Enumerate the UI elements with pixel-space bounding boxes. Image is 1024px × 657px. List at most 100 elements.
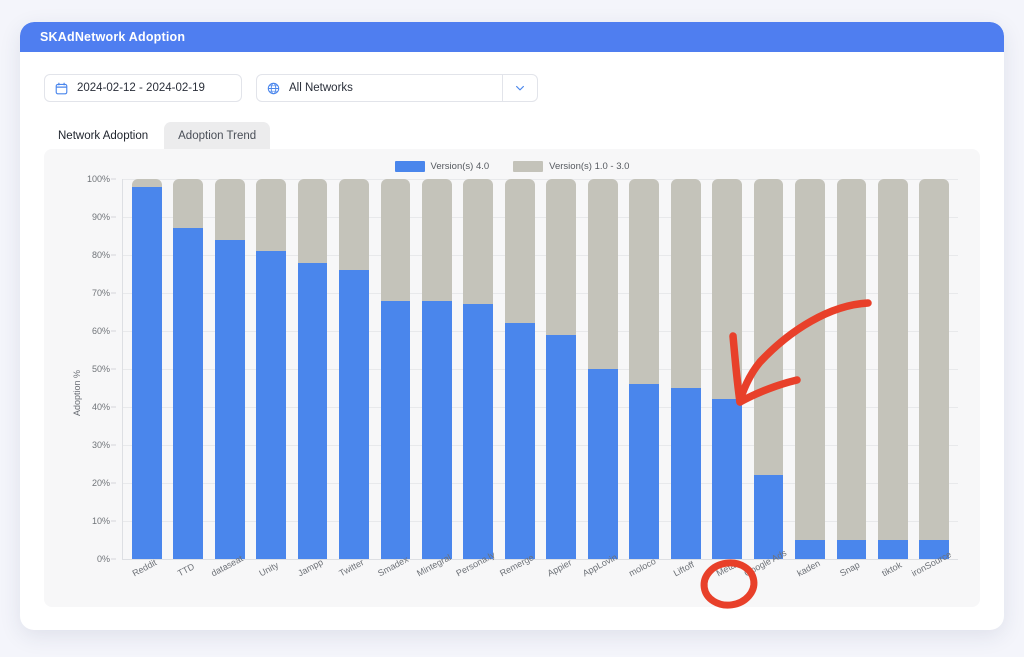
bar-segment-version-4[interactable] — [339, 270, 369, 559]
bar-stack[interactable] — [753, 179, 784, 559]
legend-swatch-version-1-3 — [513, 161, 544, 172]
y-axis-tick-label: 40% — [91, 402, 110, 412]
bar-stack[interactable] — [256, 179, 286, 559]
bar-column[interactable] — [250, 179, 291, 559]
bar-column[interactable] — [831, 179, 872, 559]
bar-segment-legacy-versions[interactable] — [214, 179, 245, 240]
x-axis-label-cell: Meta — [706, 560, 748, 619]
bar-column[interactable] — [914, 179, 955, 559]
bar-column[interactable] — [458, 179, 499, 559]
bar-stack[interactable] — [463, 179, 494, 559]
legend-label-version-1-3: Version(s) 1.0 - 3.0 — [549, 161, 630, 172]
bar-column[interactable] — [209, 179, 250, 559]
bar-column[interactable] — [789, 179, 830, 559]
bar-column[interactable] — [333, 179, 374, 559]
bar-segment-version-4[interactable] — [546, 334, 577, 559]
bar-segment-version-4[interactable] — [836, 540, 867, 559]
y-axis-tick-mark — [111, 444, 116, 446]
legend-item-version-1-3[interactable]: Version(s) 1.0 - 3.0 — [513, 161, 629, 172]
bar-segment-legacy-versions[interactable] — [877, 179, 908, 540]
bar-column[interactable] — [499, 179, 540, 559]
bar-column[interactable] — [748, 179, 789, 559]
bar-column[interactable] — [665, 179, 706, 559]
x-axis-label-cell: dataseat — [208, 553, 250, 619]
bar-stack[interactable] — [919, 179, 950, 559]
bar-segment-legacy-versions[interactable] — [670, 179, 701, 388]
bar-segment-version-4[interactable] — [380, 300, 411, 559]
bar-stack[interactable] — [587, 179, 618, 559]
bar-segment-legacy-versions[interactable] — [297, 179, 328, 263]
bar-segment-version-4[interactable] — [297, 262, 328, 559]
bar-column[interactable] — [541, 179, 582, 559]
bar-stack[interactable] — [173, 179, 204, 559]
bar-stack[interactable] — [670, 179, 701, 559]
bar-segment-version-4[interactable] — [587, 369, 618, 559]
bar-stack[interactable] — [131, 179, 162, 559]
bar-segment-version-4[interactable] — [629, 384, 660, 559]
bar-segment-legacy-versions[interactable] — [504, 179, 535, 324]
bar-segment-legacy-versions[interactable] — [173, 179, 204, 229]
bar-column[interactable] — [416, 179, 457, 559]
bar-segment-version-4[interactable] — [131, 186, 162, 559]
bar-segment-version-4[interactable] — [877, 540, 908, 559]
bar-stack[interactable] — [629, 179, 660, 559]
network-select[interactable]: All Networks — [256, 74, 538, 102]
bar-stack[interactable] — [380, 179, 411, 559]
network-select-face[interactable]: All Networks — [257, 75, 502, 101]
tab-adoption-trend-label: Adoption Trend — [178, 129, 257, 142]
bar-stack[interactable] — [546, 179, 577, 559]
tab-adoption-trend[interactable]: Adoption Trend — [164, 122, 271, 149]
bar-segment-version-4[interactable] — [214, 239, 245, 559]
x-axis-label: Jampp — [295, 556, 325, 579]
bar-segment-version-4[interactable] — [795, 540, 825, 559]
bar-segment-legacy-versions[interactable] — [256, 179, 286, 252]
bar-column[interactable] — [167, 179, 208, 559]
bar-column[interactable] — [292, 179, 333, 559]
bar-segment-legacy-versions[interactable] — [339, 179, 369, 271]
bar-stack[interactable] — [504, 179, 535, 559]
bar-column[interactable] — [375, 179, 416, 559]
bar-column[interactable] — [623, 179, 664, 559]
x-axis-label: tiktok — [879, 559, 904, 579]
bar-stack[interactable] — [795, 179, 825, 559]
bar-segment-legacy-versions[interactable] — [712, 179, 742, 400]
bar-segment-legacy-versions[interactable] — [753, 179, 784, 476]
network-select-chevron-button[interactable] — [502, 75, 537, 101]
bar-segment-legacy-versions[interactable] — [463, 179, 494, 305]
x-axis-label-cell: Google Ads — [743, 548, 790, 619]
bar-column[interactable] — [872, 179, 913, 559]
bar-stack[interactable] — [214, 179, 245, 559]
bar-column[interactable] — [706, 179, 747, 559]
bar-segment-version-4[interactable] — [421, 300, 452, 559]
x-axis-label: TTD — [176, 561, 197, 579]
bar-segment-version-4[interactable] — [504, 323, 535, 559]
bar-stack[interactable] — [836, 179, 867, 559]
bar-segment-legacy-versions[interactable] — [919, 179, 950, 540]
bar-stack[interactable] — [297, 179, 328, 559]
bar-segment-version-4[interactable] — [463, 304, 494, 559]
bar-segment-legacy-versions[interactable] — [546, 179, 577, 335]
bar-segment-version-4[interactable] — [753, 475, 784, 559]
bar-segment-legacy-versions[interactable] — [587, 179, 618, 369]
tab-network-adoption[interactable]: Network Adoption — [44, 122, 163, 149]
date-range-picker[interactable]: 2024-02-12 - 2024-02-19 — [44, 74, 242, 102]
bar-stack[interactable] — [421, 179, 452, 559]
bar-stack[interactable] — [712, 179, 742, 559]
legend-item-version-4[interactable]: Version(s) 4.0 — [394, 161, 490, 172]
bar-segment-legacy-versions[interactable] — [131, 179, 162, 187]
bar-segment-version-4[interactable] — [256, 251, 286, 559]
bar-segment-legacy-versions[interactable] — [380, 179, 411, 301]
bar-segment-legacy-versions[interactable] — [629, 179, 660, 385]
bar-column[interactable] — [582, 179, 623, 559]
bar-segment-version-4[interactable] — [173, 228, 204, 559]
calendar-icon — [55, 82, 68, 95]
bar-segment-legacy-versions[interactable] — [836, 179, 867, 540]
bar-segment-legacy-versions[interactable] — [795, 179, 825, 540]
bar-stack[interactable] — [339, 179, 369, 559]
legend-label-version-4: Version(s) 4.0 — [430, 161, 490, 172]
bar-stack[interactable] — [877, 179, 908, 559]
bar-segment-version-4[interactable] — [670, 388, 701, 559]
bar-column[interactable] — [126, 179, 167, 559]
bar-segment-legacy-versions[interactable] — [421, 179, 452, 301]
bar-segment-version-4[interactable] — [712, 399, 742, 559]
